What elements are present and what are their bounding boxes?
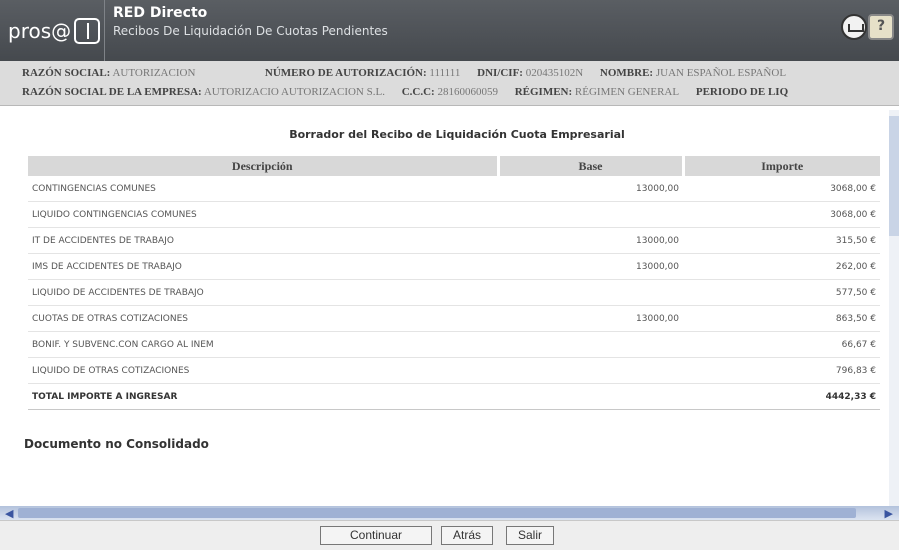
row-importe: 3068,00 € [683, 176, 880, 202]
column-header-importe: Importe [683, 156, 880, 176]
row-importe: 315,50 € [683, 227, 880, 254]
razon-social-empresa-value: AUTORIZACIO AUTORIZACION S.L. [203, 86, 385, 98]
row-importe: 863,50 € [683, 305, 880, 332]
table-row: IT DE ACCIDENTES DE TRABAJO 13000,00 315… [28, 227, 880, 254]
back-button[interactable]: Atrás [441, 526, 493, 545]
row-description: BONIF. Y SUBVENC.CON CARGO AL INEM [28, 331, 498, 358]
row-description: CONTINGENCIAS COMUNES [28, 176, 498, 202]
row-base: 13000,00 [498, 227, 683, 254]
scroll-right-icon[interactable]: ▶ [885, 507, 893, 520]
app-header: pros@ RED Directo Recibos De Liquidación… [0, 0, 899, 61]
row-base [498, 357, 683, 384]
row-description: IT DE ACCIDENTES DE TRABAJO [28, 227, 498, 254]
total-description: TOTAL IMPORTE A INGRESAR [28, 383, 498, 410]
regimen-label: RÉGIMEN: [514, 86, 573, 98]
app-name: RED Directo [113, 5, 208, 21]
row-base [498, 201, 683, 228]
receipt-frame: Borrador del Recibo de Liquidación Cuota… [0, 110, 899, 520]
nombre-value: JUAN ESPAÑOL ESPAÑOL [655, 67, 787, 79]
logo-mark-icon [74, 18, 100, 44]
row-description: CUOTAS DE OTRAS COTIZACIONES [28, 305, 498, 332]
document-status: Documento no Consolidado [24, 437, 209, 451]
row-base: 13000,00 [498, 253, 683, 280]
horizontal-scrollbar[interactable]: ◀ ▶ [0, 506, 899, 520]
info-row-2: RAZÓN SOCIAL DE LA EMPRESA: AUTORIZACIO … [22, 86, 788, 98]
row-base: 13000,00 [498, 176, 683, 202]
column-header-base: Base [498, 156, 685, 176]
table-row: LIQUIDO DE ACCIDENTES DE TRABAJO 577,50 … [28, 279, 880, 306]
total-row: TOTAL IMPORTE A INGRESAR 4442,33 € [28, 383, 880, 410]
table-row: IMS DE ACCIDENTES DE TRABAJO 13000,00 26… [28, 253, 880, 280]
table-row: BONIF. Y SUBVENC.CON CARGO AL INEM 66,67… [28, 331, 880, 358]
page-subtitle: Recibos De Liquidación De Cuotas Pendien… [113, 24, 388, 38]
vertical-scroll-thumb[interactable] [889, 116, 899, 236]
razon-social-empresa-label: RAZÓN SOCIAL DE LA EMPRESA: [22, 86, 202, 98]
dni-cif-value: 020435102N [525, 67, 584, 79]
action-bar: Continuar Atrás Salir [0, 520, 899, 550]
receipt-title: Borrador del Recibo de Liquidación Cuota… [289, 128, 625, 141]
table-row: CONTINGENCIAS COMUNES 13000,00 3068,00 € [28, 176, 880, 202]
table-row: LIQUIDO CONTINGENCIAS COMUNES 3068,00 € [28, 201, 880, 228]
total-importe: 4442,33 € [683, 383, 880, 410]
home-icon[interactable] [841, 14, 867, 40]
regimen-value: RÉGIMEN GENERAL [574, 86, 680, 98]
razon-social-value: AUTORIZACION [112, 67, 196, 79]
prosa-logo: pros@ [8, 15, 100, 47]
row-importe: 577,50 € [683, 279, 880, 306]
nombre-label: NOMBRE: [599, 67, 654, 79]
table-row: LIQUIDO DE OTRAS COTIZACIONES 796,83 € [28, 357, 880, 384]
logo-text: pros@ [8, 19, 72, 43]
row-importe: 66,67 € [683, 331, 880, 358]
dni-cif-label: DNI/CIF: [477, 67, 523, 79]
row-importe: 262,00 € [683, 253, 880, 280]
periodo-liquidacion-label: PERIODO DE LIQ [695, 86, 789, 98]
table-row: CUOTAS DE OTRAS COTIZACIONES 13000,00 86… [28, 305, 880, 332]
table-header-row: Descripción Base Importe [28, 156, 880, 176]
row-base: 13000,00 [498, 305, 683, 332]
razon-social-label: RAZÓN SOCIAL: [22, 67, 111, 79]
header-titles: RED Directo Recibos De Liquidación De Cu… [104, 0, 753, 61]
row-description: LIQUIDO CONTINGENCIAS COMUNES [28, 201, 498, 228]
company-info-bar: RAZÓN SOCIAL: AUTORIZACION NÚMERO DE AUT… [0, 61, 899, 106]
row-importe: 796,83 € [683, 357, 880, 384]
info-row-1: RAZÓN SOCIAL: AUTORIZACION NÚMERO DE AUT… [22, 67, 800, 79]
exit-button[interactable]: Salir [506, 526, 554, 545]
row-base [498, 279, 683, 306]
vertical-scrollbar[interactable] [889, 110, 899, 507]
numero-autorizacion-label: NÚMERO DE AUTORIZACIÓN: [264, 67, 427, 79]
ccc-value: 28160060059 [437, 86, 498, 98]
horizontal-scroll-thumb[interactable] [18, 508, 856, 518]
row-importe: 3068,00 € [683, 201, 880, 228]
scroll-left-icon[interactable]: ◀ [5, 507, 13, 520]
ccc-label: C.C.C: [401, 86, 435, 98]
column-header-descripcion: Descripción [28, 156, 500, 176]
continue-button[interactable]: Continuar [320, 526, 432, 545]
row-description: IMS DE ACCIDENTES DE TRABAJO [28, 253, 498, 280]
numero-autorizacion-value: 111111 [429, 67, 461, 79]
receipt-table: Descripción Base Importe CONTINGENCIAS C… [28, 156, 880, 410]
total-base [498, 383, 683, 410]
help-icon[interactable] [868, 14, 894, 40]
row-description: LIQUIDO DE OTRAS COTIZACIONES [28, 357, 498, 384]
row-description: LIQUIDO DE ACCIDENTES DE TRABAJO [28, 279, 498, 306]
row-base [498, 331, 683, 358]
